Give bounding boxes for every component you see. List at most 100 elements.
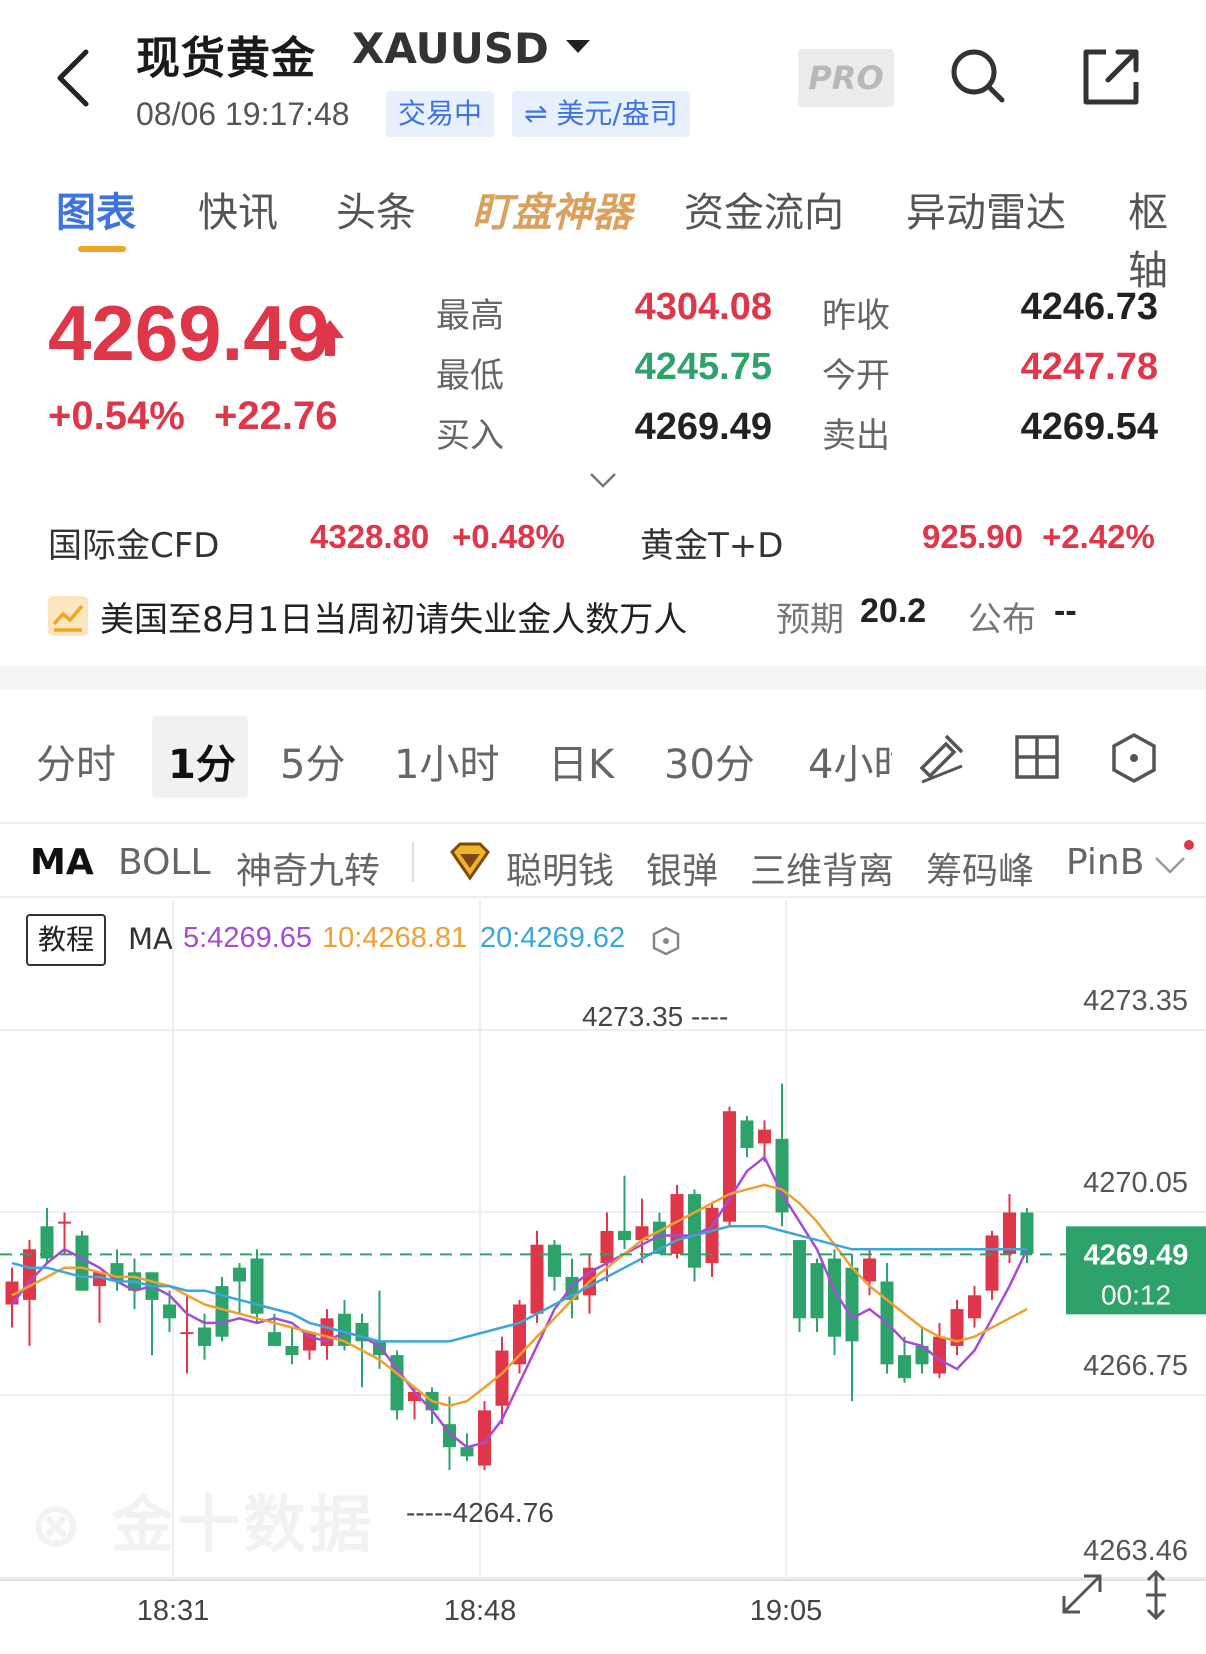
indicator-ma[interactable]: MA [30, 842, 94, 883]
related-cfd-price: 4328.80 [310, 518, 430, 555]
y-axis-label: 4266.75 [1083, 1350, 1188, 1382]
bid-label: 买入 [436, 416, 504, 456]
candle-body [268, 1332, 281, 1346]
tab-headlines[interactable]: 头条 [336, 180, 416, 238]
candle-body [793, 1240, 806, 1319]
period-timeshare[interactable]: 分时 [36, 732, 116, 790]
tab-anomaly-radar[interactable]: 异动雷达 [906, 180, 1066, 238]
candle-body [75, 1235, 89, 1291]
low-value: 4245.75 [634, 346, 772, 388]
related-td-price: 925.90 [922, 518, 1023, 555]
candle-body [600, 1230, 614, 1264]
candle-body [180, 1332, 194, 1335]
indicator-boll[interactable]: BOLL [118, 842, 211, 883]
quote-timestamp: 08/06 19:17:48 [136, 96, 350, 132]
candle-body [758, 1129, 771, 1144]
pro-badge[interactable]: PRO [798, 49, 894, 107]
open-label: 今开 [822, 356, 890, 396]
indicator-divergence[interactable]: 三维背离 [750, 842, 894, 894]
candlestick-chart[interactable]: 4269.49 00:12 4273.35 4270.05 4266.75 4263.46… [0, 900, 1206, 1654]
indicator-silver-bullet[interactable]: 银弹 [646, 842, 718, 894]
section-divider [0, 666, 1206, 690]
candle-body [163, 1304, 176, 1319]
candle-body [303, 1332, 316, 1351]
search-icon[interactable] [946, 44, 1010, 108]
change-amount: +22.76 [214, 394, 338, 438]
indicator-td9[interactable]: 神奇九转 [236, 842, 380, 894]
period-5min[interactable]: 5分 [280, 732, 345, 790]
divider [0, 896, 1206, 898]
candle-body [618, 1230, 631, 1241]
instrument-symbol[interactable]: XAUUSD [352, 24, 549, 73]
period-4hour[interactable]: 4小时 [808, 732, 892, 790]
period-daily[interactable]: 日K [548, 732, 614, 790]
candle-body [810, 1263, 824, 1319]
related-td-change: +2.42% [1042, 518, 1155, 555]
active-tab-indicator [78, 246, 126, 252]
tab-flash-news[interactable]: 快讯 [198, 180, 278, 238]
high-marker-label: 4273.35 ---- [582, 1001, 728, 1032]
open-value: 4247.78 [1020, 346, 1158, 388]
trading-status-badge: 交易中 [386, 91, 495, 137]
tab-monitor-tool[interactable]: 盯盘神器 [472, 180, 632, 238]
period-30min[interactable]: 30分 [664, 732, 755, 790]
candle-body [198, 1327, 211, 1346]
indicator-smart-money[interactable]: 聪明钱 [506, 842, 614, 894]
diamond-icon [450, 842, 490, 881]
bid-value: 4269.49 [634, 406, 772, 448]
share-icon[interactable] [1080, 44, 1144, 108]
candle-body [1020, 1212, 1034, 1254]
arrow-up-icon [316, 320, 344, 356]
settings-hexagon-icon[interactable] [1110, 732, 1158, 784]
y-axis-label: 4270.05 [1083, 1167, 1188, 1199]
tab-pivot[interactable]: 枢轴 [1128, 180, 1206, 296]
economic-data-icon [48, 596, 88, 636]
candle-body [460, 1447, 474, 1457]
vertical-scale-icon[interactable] [1146, 1569, 1166, 1621]
chevron-down-icon[interactable] [566, 40, 590, 53]
back-arrow-icon[interactable] [54, 48, 94, 108]
tab-capital-flow[interactable]: 资金流向 [684, 180, 844, 238]
forecast-label: 预期 [776, 600, 844, 640]
related-cfd-name[interactable]: 国际金CFD [48, 518, 219, 567]
indicator-chip-peak[interactable]: 筹码峰 [926, 842, 1034, 894]
low-label: 最低 [436, 356, 504, 396]
related-cfd-change: +0.48% [452, 518, 565, 555]
x-axis-label: 18:31 [137, 1595, 210, 1627]
ask-value: 4269.54 [1020, 406, 1158, 448]
x-axis-label: 18:48 [444, 1595, 517, 1627]
period-1min[interactable]: 1分 [168, 732, 236, 790]
high-value: 4304.08 [634, 286, 772, 328]
publish-value: -- [1054, 592, 1077, 630]
y-axis-label: 4263.46 [1083, 1535, 1188, 1567]
candle-body [688, 1194, 701, 1268]
prev-close-value: 4246.73 [1020, 286, 1158, 328]
chevron-down-icon[interactable] [1152, 850, 1188, 878]
expand-chevron-icon[interactable] [588, 470, 618, 490]
x-axis-label: 19:05 [750, 1595, 823, 1627]
prev-close-label: 昨收 [822, 296, 890, 336]
tab-chart[interactable]: 图表 [56, 180, 136, 238]
currency-unit-toggle[interactable]: ⇌ 美元/盎司 [512, 91, 690, 137]
candle-body [58, 1221, 71, 1224]
y-axis-label: 4273.35 [1083, 985, 1188, 1017]
instrument-title: 现货黄金 [136, 33, 316, 84]
economic-event-text[interactable]: 美国至8月1日当周初请失业金人数万人 [100, 592, 687, 641]
candle-body [898, 1355, 911, 1379]
candle-body [968, 1295, 981, 1319]
related-td-name[interactable]: 黄金T+D [640, 518, 783, 567]
period-1hour[interactable]: 1小时 [394, 732, 499, 790]
last-price: 4269.49 [48, 289, 330, 377]
indicator-pinbar[interactable]: PinBar [1066, 842, 1144, 883]
layout-grid-icon[interactable] [1014, 734, 1060, 780]
notification-dot [1184, 840, 1194, 850]
countdown-timer: 00:12 [1101, 1279, 1171, 1310]
candle-body [285, 1345, 299, 1356]
candle-body [740, 1120, 754, 1149]
candle-body [845, 1267, 859, 1342]
fullscreen-icon[interactable] [1062, 1574, 1102, 1614]
draw-tool-icon[interactable] [916, 728, 968, 784]
candle-body [548, 1244, 561, 1277]
forecast-value: 20.2 [860, 592, 927, 630]
candle-body [1003, 1212, 1016, 1254]
